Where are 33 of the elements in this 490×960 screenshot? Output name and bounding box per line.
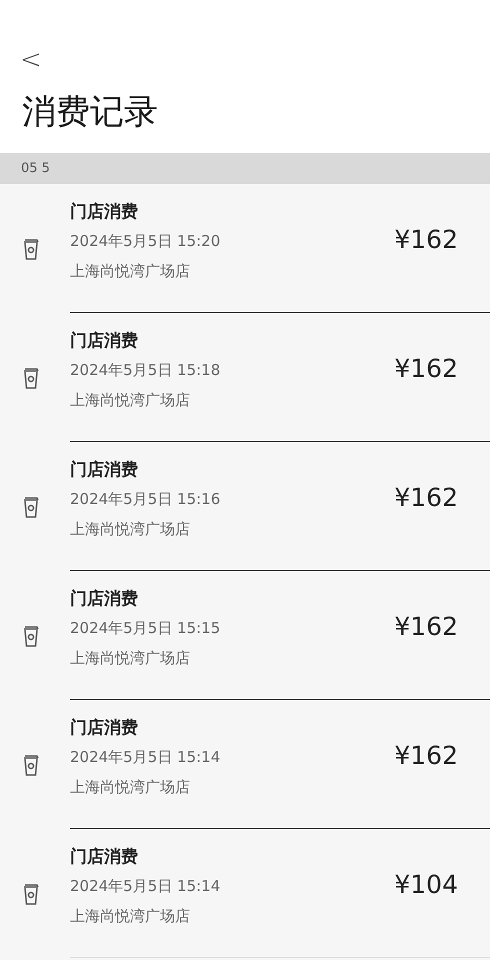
record-title: 门店消费 (70, 718, 139, 738)
record-amount: ¥162 (394, 612, 458, 640)
record-title: 门店消费 (70, 460, 139, 480)
store-name: 上海尚悦湾广场店 (70, 906, 191, 927)
record-time: 2024年5月5日 15:15 (70, 618, 222, 639)
record-time: 2024年5月5日 15:14 (70, 876, 222, 897)
section-label: 05 5 (21, 161, 50, 176)
cup-icon (22, 236, 40, 260)
record-amount: ¥162 (394, 482, 458, 512)
record-amount: ¥162 (394, 354, 458, 382)
store-name: 上海尚悦湾广场店 (70, 261, 191, 282)
record-amount: ¥104 (394, 870, 458, 898)
store-name: 上海尚悦湾广场店 (70, 519, 191, 540)
store-name: 上海尚悦湾广场店 (70, 777, 191, 798)
record-time: 2024年5月5日 15:18 (70, 360, 222, 381)
record-time: 2024年5月5日 15:14 (70, 747, 222, 768)
record-title: 门店消费 (70, 847, 139, 867)
record-time: 2024年5月5日 15:16 (70, 489, 222, 510)
cup-icon (22, 494, 40, 518)
cup-icon (22, 624, 40, 648)
page-title: 消费记录 (22, 92, 159, 132)
back-button[interactable]: < (20, 44, 46, 76)
record-amount: ¥162 (394, 740, 458, 770)
cup-icon (22, 752, 40, 776)
record-amount: ¥162 (394, 224, 458, 254)
record-title: 门店消费 (70, 589, 139, 609)
record-time: 2024年5月5日 15:20 (70, 231, 222, 252)
record-title: 门店消费 (70, 331, 139, 351)
cup-icon (22, 366, 40, 390)
store-name: 上海尚悦湾广场店 (70, 390, 191, 411)
store-name: 上海尚悦湾广场店 (70, 648, 191, 669)
cup-icon (22, 882, 40, 906)
record-title: 门店消费 (70, 202, 139, 222)
